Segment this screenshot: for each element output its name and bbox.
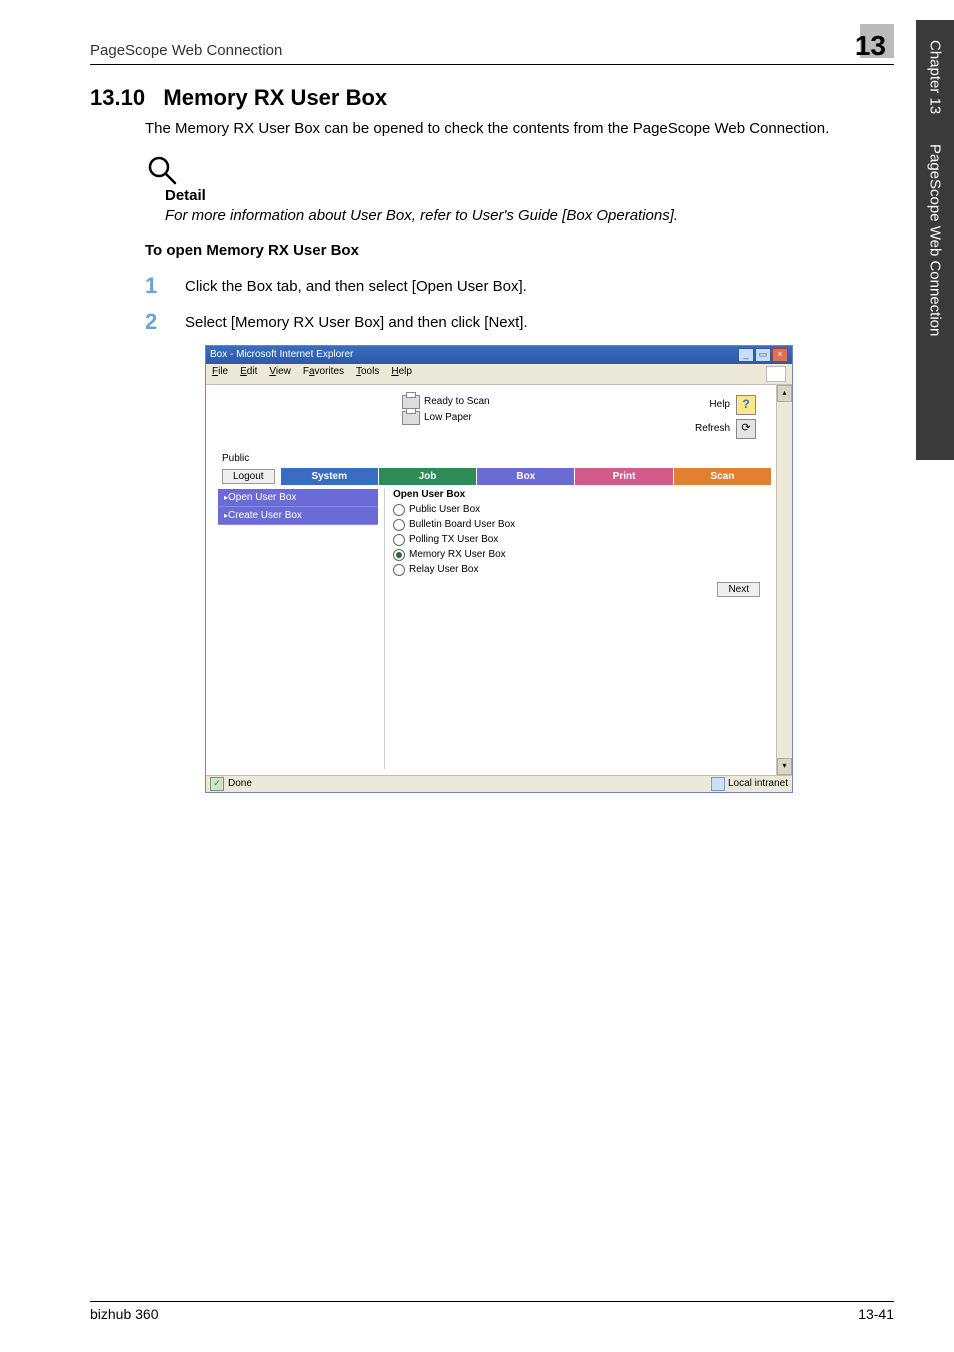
refresh-button[interactable]: ⟳ <box>736 419 756 439</box>
close-button[interactable]: × <box>772 348 788 362</box>
radio-icon[interactable] <box>393 519 405 531</box>
pane-title: Open User Box <box>393 489 766 500</box>
menu-view[interactable]: View <box>269 366 291 382</box>
radio-polling-user-box[interactable]: Polling TX User Box <box>393 534 766 546</box>
section-heading: 13.10 Memory RX User Box <box>90 85 894 111</box>
done-icon: ✓ <box>210 777 224 791</box>
radio-label-memory: Memory RX User Box <box>409 549 506 560</box>
radio-icon[interactable] <box>393 504 405 516</box>
status-ready: Ready to Scan <box>424 396 490 407</box>
left-nav: Open User Box Create User Box <box>218 489 378 769</box>
page-footer: bizhub 360 13-41 <box>90 1301 894 1322</box>
radio-label-polling: Polling TX User Box <box>409 534 498 545</box>
section-title: Memory RX User Box <box>163 85 387 110</box>
section-number: 13.10 <box>90 85 145 110</box>
refresh-label: Refresh <box>695 423 730 434</box>
menu-help[interactable]: Help <box>391 366 412 382</box>
step-1: 1 Click the Box tab, and then select [Op… <box>145 273 894 299</box>
radio-icon[interactable] <box>393 534 405 546</box>
help-label: Help <box>709 399 730 410</box>
tab-bar: Logout System Job Box Print Scan <box>212 468 772 485</box>
menu-favorites[interactable]: Favorites <box>303 366 344 382</box>
menu-tools[interactable]: Tools <box>356 366 379 382</box>
next-button[interactable]: Next <box>717 582 760 597</box>
radio-label-public: Public User Box <box>409 504 480 515</box>
status-done: Done <box>228 778 252 789</box>
radio-bulletin-user-box[interactable]: Bulletin Board User Box <box>393 519 766 531</box>
menu-file[interactable]: File <box>212 366 228 382</box>
status-lowpaper: Low Paper <box>424 412 472 423</box>
step-2-number: 2 <box>145 309 185 335</box>
page-header: PageScope Web Connection 13 <box>90 30 894 65</box>
vertical-scrollbar[interactable]: ▴ ▾ <box>776 385 792 775</box>
printer-icon <box>402 411 420 425</box>
printer-icon <box>402 395 420 409</box>
minimize-button[interactable]: _ <box>738 348 754 362</box>
nav-open-user-box[interactable]: Open User Box <box>218 489 378 507</box>
radio-label-bulletin: Bulletin Board User Box <box>409 519 515 530</box>
browser-screenshot: Box - Microsoft Internet Explorer _ ▭ × … <box>205 345 793 793</box>
tab-system[interactable]: System <box>281 468 378 485</box>
maximize-button[interactable]: ▭ <box>755 348 771 362</box>
window-controls: _ ▭ × <box>738 348 788 362</box>
intranet-icon <box>711 777 725 791</box>
step-2-text: Select [Memory RX User Box] and then cli… <box>185 309 528 335</box>
radio-icon[interactable] <box>393 564 405 576</box>
browser-status-bar: ✓ Done Local intranet <box>206 775 792 792</box>
section-intro: The Memory RX User Box can be opened to … <box>145 119 894 139</box>
radio-relay-user-box[interactable]: Relay User Box <box>393 564 766 576</box>
ie-logo-icon <box>766 366 786 382</box>
radio-public-user-box[interactable]: Public User Box <box>393 504 766 516</box>
detail-text: For more information about User Box, ref… <box>165 206 894 226</box>
window-title: Box - Microsoft Internet Explorer <box>210 349 353 360</box>
nav-create-user-box[interactable]: Create User Box <box>218 507 378 525</box>
zone-label: Local intranet <box>728 778 788 789</box>
sub-heading: To open Memory RX User Box <box>145 242 894 259</box>
tab-job[interactable]: Job <box>379 468 476 485</box>
logout-button[interactable]: Logout <box>222 469 275 484</box>
radio-icon[interactable] <box>393 549 405 561</box>
zone-indicator: Local intranet <box>711 777 788 791</box>
scroll-down-icon[interactable]: ▾ <box>777 758 792 775</box>
page-body: Ready to Scan Low Paper Help ? Refresh ⟳ <box>206 385 792 775</box>
footer-page: 13-41 <box>858 1306 894 1322</box>
window-titlebar: Box - Microsoft Internet Explorer _ ▭ × <box>206 346 792 364</box>
tab-scan[interactable]: Scan <box>674 468 771 485</box>
step-1-number: 1 <box>145 273 185 299</box>
footer-model: bizhub 360 <box>90 1306 159 1322</box>
header-title: PageScope Web Connection <box>90 42 282 59</box>
menu-bar: File Edit View Favorites Tools Help <box>206 364 792 385</box>
help-button[interactable]: ? <box>736 395 756 415</box>
radio-memory-user-box[interactable]: Memory RX User Box <box>393 549 766 561</box>
step-2: 2 Select [Memory RX User Box] and then c… <box>145 309 894 335</box>
step-1-text: Click the Box tab, and then select [Open… <box>185 273 527 299</box>
scroll-up-icon[interactable]: ▴ <box>777 385 792 402</box>
tab-box[interactable]: Box <box>477 468 574 485</box>
chapter-number-box: 13 <box>847 30 894 62</box>
chapter-number: 13 <box>855 30 886 61</box>
detail-label: Detail <box>165 187 894 204</box>
menu-edit[interactable]: Edit <box>240 366 257 382</box>
radio-label-relay: Relay User Box <box>409 564 478 575</box>
device-status: Ready to Scan Low Paper <box>402 395 490 427</box>
user-label: Public <box>222 453 772 464</box>
content-pane: Open User Box Public User Box Bulletin B… <box>384 489 766 769</box>
tab-print[interactable]: Print <box>575 468 672 485</box>
